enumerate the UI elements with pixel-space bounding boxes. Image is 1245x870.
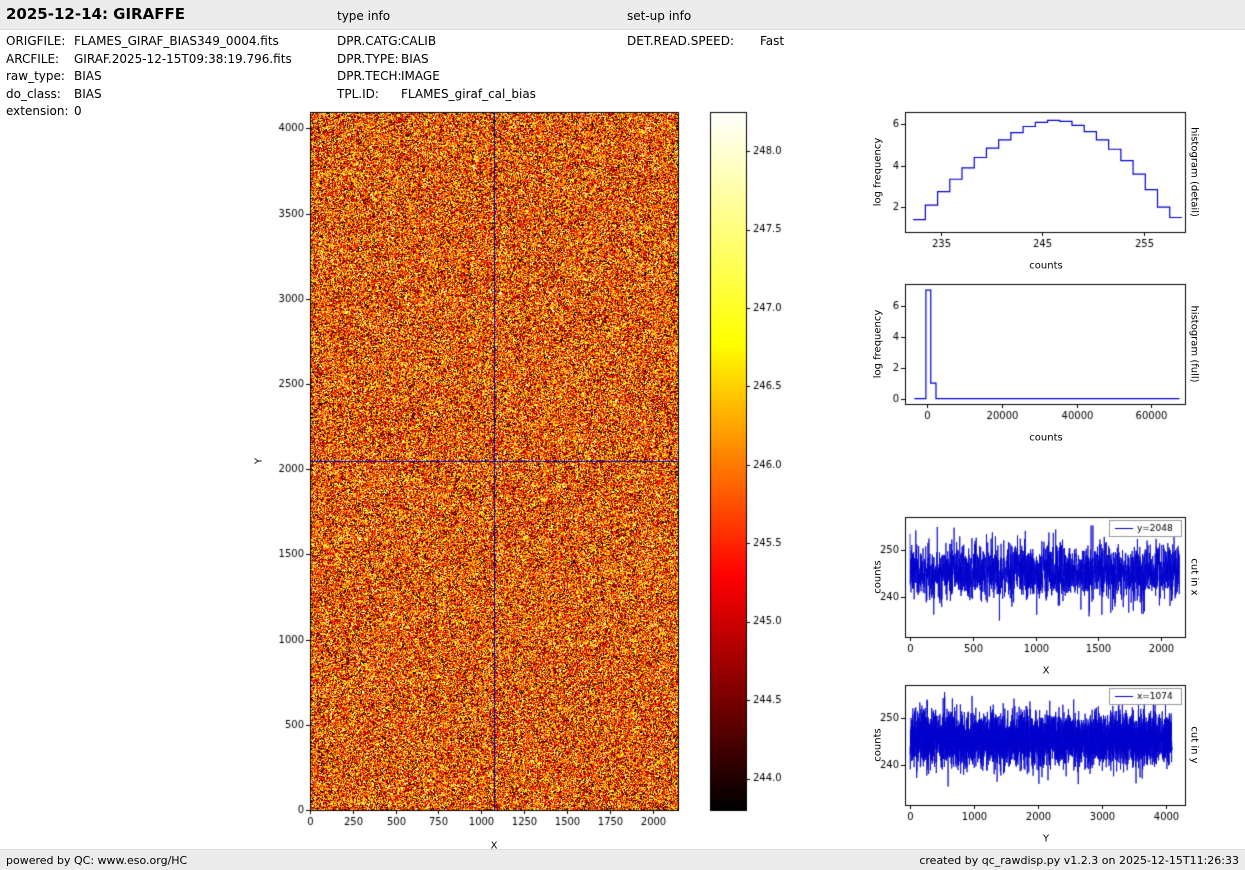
- meta-value: FLAMES_giraf_cal_bias: [401, 87, 536, 101]
- footer-left-text: powered by QC: www.eso.org/HC: [6, 854, 187, 867]
- hist-detail-side-label: histogram (detail): [1189, 127, 1200, 217]
- meta-label: do_class:: [6, 86, 74, 104]
- cut-in-x-canvas: [860, 505, 1210, 665]
- meta-label: extension:: [6, 103, 74, 121]
- hist-full-side-label: histogram (full): [1189, 305, 1200, 382]
- meta-value: Fast: [760, 34, 784, 48]
- meta-label: ORIGFILE:: [6, 33, 74, 51]
- raw-image-canvas: [250, 100, 810, 845]
- histogram-full-canvas: [860, 272, 1210, 432]
- type-info-block: DPR.CATG:CALIB DPR.TYPE:BIAS DPR.TECH:IM…: [337, 33, 536, 103]
- footer-right-text: created by qc_rawdisp.py v1.2.3 on 2025-…: [919, 854, 1239, 867]
- file-info-block: ORIGFILE:FLAMES_GIRAF_BIAS349_0004.fits …: [6, 33, 292, 121]
- meta-row-extension: extension:0: [6, 103, 292, 121]
- meta-label: DPR.TECH:: [337, 68, 401, 86]
- hist-full-xlabel: counts: [1029, 433, 1062, 444]
- meta-label: DPR.CATG:: [337, 33, 401, 51]
- qc-report-page: 2025-12-14: GIRAFFE type info set-up inf…: [0, 0, 1245, 870]
- meta-row-rawtype: raw_type:BIAS: [6, 68, 292, 86]
- meta-value: BIAS: [74, 69, 102, 83]
- meta-row-readspeed: DET.READ.SPEED:Fast: [627, 33, 784, 51]
- histogram-detail-canvas: [860, 100, 1210, 260]
- meta-value: CALIB: [401, 34, 436, 48]
- hist-detail-xlabel: counts: [1029, 261, 1062, 272]
- type-info-heading: type info: [337, 9, 390, 23]
- main-ylabel: Y: [254, 458, 265, 464]
- hist-full-ylabel: log frequency: [873, 310, 884, 379]
- cut-in-y-canvas: [860, 673, 1210, 833]
- footer-bar: powered by QC: www.eso.org/HC created by…: [0, 849, 1245, 870]
- hist-detail-ylabel: log frequency: [873, 138, 884, 207]
- meta-row-origfile: ORIGFILE:FLAMES_GIRAF_BIAS349_0004.fits: [6, 33, 292, 51]
- meta-value: FLAMES_GIRAF_BIAS349_0004.fits: [74, 34, 279, 48]
- setup-info-block: DET.READ.SPEED:Fast: [627, 33, 784, 51]
- meta-row-arcfile: ARCFILE:GIRAF.2025-12-15T09:38:19.796.fi…: [6, 51, 292, 69]
- meta-label: raw_type:: [6, 68, 74, 86]
- meta-value: 0: [74, 104, 82, 118]
- cut-x-xlabel: X: [1043, 666, 1050, 677]
- cut-x-side-label: cut in x: [1189, 558, 1200, 595]
- meta-label: ARCFILE:: [6, 51, 74, 69]
- meta-row-dprtech: DPR.TECH:IMAGE: [337, 68, 536, 86]
- setup-info-heading: set-up info: [627, 9, 691, 23]
- meta-value: BIAS: [74, 87, 102, 101]
- meta-value: BIAS: [401, 52, 429, 66]
- cut-y-xlabel: Y: [1043, 834, 1049, 845]
- header-bar: 2025-12-14: GIRAFFE type info set-up inf…: [0, 0, 1245, 30]
- cut-y-ylabel: counts: [873, 728, 884, 761]
- cut-y-side-label: cut in y: [1189, 726, 1200, 763]
- meta-value: IMAGE: [401, 69, 440, 83]
- meta-row-dprcatg: DPR.CATG:CALIB: [337, 33, 536, 51]
- meta-label: DPR.TYPE:: [337, 51, 401, 69]
- meta-row-doclass: do_class:BIAS: [6, 86, 292, 104]
- cut-x-ylabel: counts: [873, 560, 884, 593]
- meta-row-dprtype: DPR.TYPE:BIAS: [337, 51, 536, 69]
- page-title: 2025-12-14: GIRAFFE: [6, 5, 185, 23]
- meta-label: DET.READ.SPEED:: [627, 33, 760, 51]
- meta-value: GIRAF.2025-12-15T09:38:19.796.fits: [74, 52, 292, 66]
